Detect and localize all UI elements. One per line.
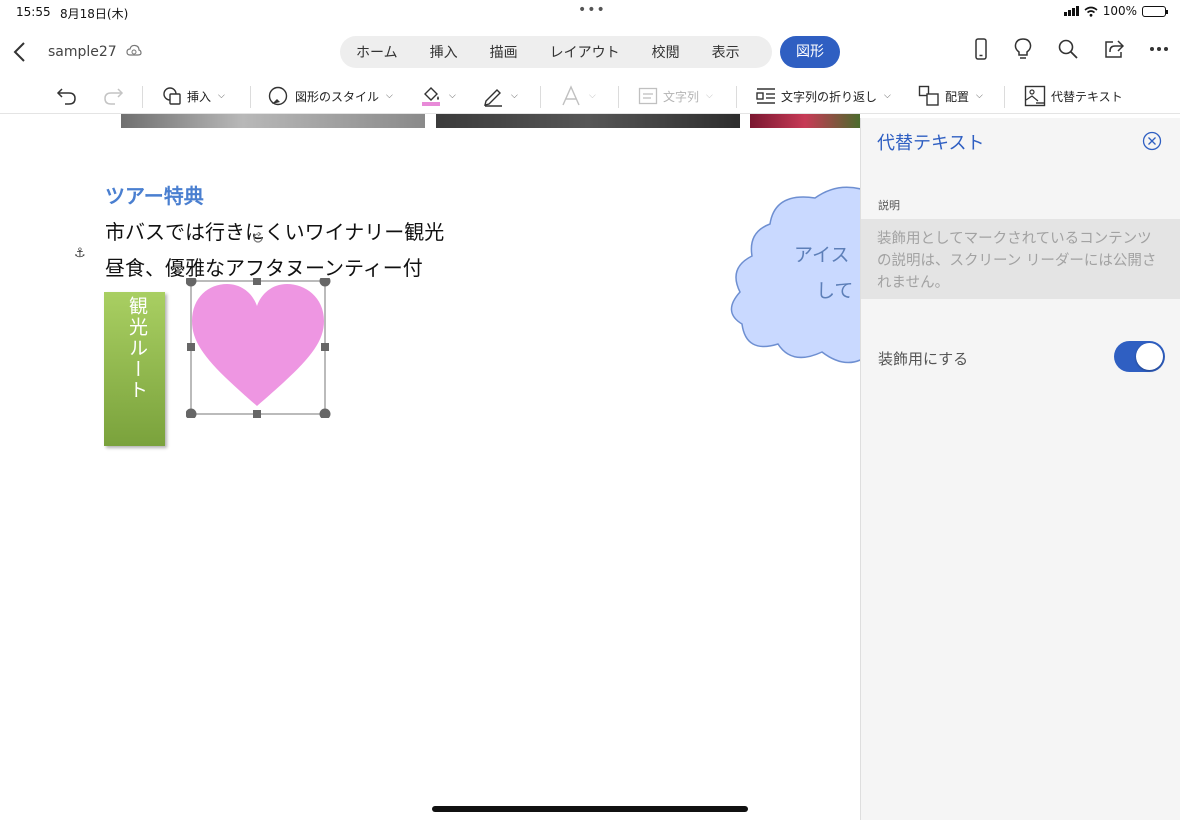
shape-style-label: 図形のスタイル (295, 89, 380, 104)
more-options-icon[interactable] (1150, 46, 1168, 52)
alt-text-button[interactable]: 代替テキスト (1024, 84, 1123, 108)
shape-style-button[interactable]: 図形のスタイル ⌵ (268, 84, 393, 108)
chevron-down-icon: ⌵ (449, 91, 456, 101)
chevron-down-icon: ⌵ (218, 91, 225, 101)
ribbon-tabs: ホーム 挿入 描画 レイアウト 校閲 表示 図形 (340, 36, 840, 68)
section-heading: ツアー特典 (105, 184, 204, 208)
pen-outline-icon (484, 89, 502, 107)
tab-review[interactable]: 校閲 (636, 42, 696, 62)
wifi-icon (1084, 6, 1098, 17)
tab-insert[interactable]: 挿入 (414, 42, 474, 62)
photo-thumbnail[interactable] (436, 114, 740, 128)
decorative-label: 装飾用にする (878, 350, 969, 368)
home-indicator[interactable] (432, 806, 748, 812)
description-field[interactable]: 装飾用としてマークされているコンテンツの説明は、スクリーン リーダーには公開され… (861, 219, 1180, 299)
shape-style-icon (268, 86, 288, 106)
alt-text-label: 代替テキスト (1051, 89, 1123, 104)
insert-label: 挿入 (187, 89, 212, 104)
status-right: 100% (1063, 4, 1168, 18)
tab-draw[interactable]: 描画 (474, 42, 534, 62)
vertical-text-box[interactable]: 観光ルート (104, 292, 165, 446)
tab-layout[interactable]: レイアウト (534, 42, 636, 62)
chevron-down-icon: ⌵ (386, 91, 393, 101)
chevron-down-icon: ⌵ (976, 91, 983, 101)
cloud-text-line: して (816, 280, 854, 302)
tab-view[interactable]: 表示 (696, 42, 756, 62)
document-canvas[interactable]: ツアー特典 市バスでは行きにくいワイナリー観光 昼食、優雅なアフタヌーンティー付… (0, 114, 860, 820)
app-header: sample27 ホーム 挿入 描画 レイアウト 校閲 表示 図形 (0, 30, 1180, 74)
body-text-line: 昼食、優雅なアフタヌーンティー付 (105, 256, 423, 280)
decorative-toggle[interactable] (1114, 341, 1165, 372)
battery-charging-icon (1142, 5, 1168, 17)
text-box-icon (638, 87, 658, 105)
lightbulb-icon[interactable] (1014, 38, 1032, 60)
back-chevron-icon[interactable] (12, 40, 28, 64)
arrange-button[interactable]: 配置 ⌵ (918, 84, 983, 108)
shape-fill-button[interactable]: ⌵ (420, 84, 456, 108)
share-icon[interactable] (1104, 39, 1124, 59)
chevron-down-icon: ⌵ (511, 91, 518, 101)
cloud-text-line: アイス (794, 244, 850, 266)
chevron-down-icon: ⌵ (706, 91, 713, 101)
vertical-text: 観光ルート (126, 296, 148, 401)
battery-percent: 100% (1102, 4, 1137, 18)
shapes-icon (163, 87, 181, 105)
cellular-signal-icon (1063, 6, 1079, 16)
text-effects-button[interactable]: ⌵ (560, 84, 596, 108)
arrange-icon (918, 85, 939, 106)
search-icon[interactable] (1058, 39, 1078, 59)
tab-shape[interactable]: 図形 (780, 36, 840, 68)
undo-icon[interactable] (56, 84, 78, 108)
cloud-callout-shape[interactable] (730, 184, 860, 364)
header-actions (974, 38, 1168, 60)
shape-outline-button[interactable]: ⌵ (482, 84, 518, 108)
alt-text-panel: 代替テキスト 説明 装飾用としてマークされているコンテンツの説明は、スクリーン … (860, 118, 1180, 820)
heart-shape-selected[interactable] (186, 278, 331, 418)
document-name[interactable]: sample27 (48, 44, 117, 60)
toggle-knob (1136, 343, 1163, 370)
wrap-text-label: 文字列の折り返し (781, 89, 878, 104)
status-time: 15:55 (16, 5, 51, 19)
rotate-icon[interactable] (252, 232, 264, 244)
text-direction-button[interactable]: 文字列 ⌵ (638, 84, 713, 108)
chevron-down-icon: ⌵ (589, 91, 596, 101)
status-date: 8月18日(木) (60, 7, 129, 21)
photo-thumbnail[interactable] (121, 114, 425, 128)
phone-view-icon[interactable] (974, 38, 988, 60)
photo-thumbnail[interactable] (750, 114, 860, 128)
redo-icon[interactable] (102, 84, 124, 108)
chevron-down-icon: ⌵ (884, 91, 891, 101)
tab-home[interactable]: ホーム (340, 42, 414, 62)
wrap-text-icon (756, 88, 775, 104)
paint-bucket-icon (422, 87, 440, 106)
arrange-label: 配置 (945, 89, 970, 104)
multitask-dots-icon[interactable]: ••• (578, 2, 606, 18)
anchor-icon: ⚓ (74, 246, 86, 261)
body-text-line: 市バスでは行きにくいワイナリー観光 (105, 220, 445, 244)
alt-text-icon (1024, 85, 1046, 107)
insert-shape-button[interactable]: 挿入 ⌵ (162, 84, 225, 108)
close-icon[interactable] (1142, 131, 1162, 151)
heart-shape (192, 284, 324, 406)
text-effect-a-icon (562, 85, 580, 106)
text-direction-label: 文字列 (663, 89, 700, 104)
status-bar: 15:55 8月18日(木) ••• 100% (0, 0, 1180, 24)
wrap-text-button[interactable]: 文字列の折り返し ⌵ (756, 84, 891, 108)
description-label: 説明 (878, 199, 900, 212)
panel-title: 代替テキスト (877, 133, 985, 154)
shape-ribbon: 挿入 ⌵ 図形のスタイル ⌵ ⌵ ⌵ ⌵ 文字列 ⌵ 文字列の折り返し ⌵ 配置… (0, 78, 1180, 114)
cloud-sync-icon (126, 44, 142, 56)
